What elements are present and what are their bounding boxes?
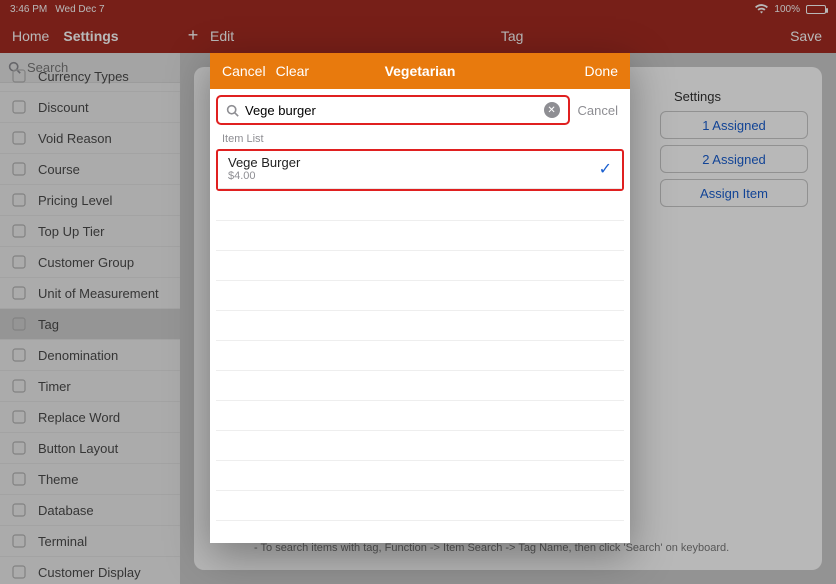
- sidebar-item-theme[interactable]: Theme: [0, 464, 180, 495]
- item-search-input[interactable]: [245, 103, 538, 118]
- sidebar-icon: [10, 439, 28, 457]
- search-icon: [226, 104, 239, 117]
- search-result-row[interactable]: Vege Burger $4.00 ✓: [216, 149, 624, 191]
- sidebar-icon: [10, 253, 28, 271]
- clear-input-icon[interactable]: ✕: [544, 102, 560, 118]
- nav-home[interactable]: Home: [12, 28, 49, 44]
- sidebar-item-discount[interactable]: Discount: [0, 92, 180, 123]
- search-cancel-button[interactable]: Cancel: [578, 103, 624, 118]
- wifi-icon: [755, 4, 768, 14]
- nav-bar: Home Settings + Edit Tag Save: [0, 18, 836, 53]
- modal-done-button[interactable]: Done: [585, 63, 618, 79]
- sidebar-item-label: Customer Group: [38, 255, 134, 270]
- check-icon: ✓: [599, 159, 612, 179]
- sidebar-icon: [10, 67, 28, 85]
- sidebar-item-label: Tag: [38, 317, 59, 332]
- sidebar-icon: [10, 284, 28, 302]
- sidebar-item-label: Discount: [38, 100, 89, 115]
- sidebar-item-database[interactable]: Database: [0, 495, 180, 526]
- sidebar: Search Currency TypesDiscountVoid Reason…: [0, 53, 180, 584]
- sidebar-item-replace-word[interactable]: Replace Word: [0, 402, 180, 433]
- sidebar-item-timer[interactable]: Timer: [0, 371, 180, 402]
- sidebar-icon: [10, 470, 28, 488]
- battery-icon: [806, 5, 826, 14]
- save-button[interactable]: Save: [790, 28, 836, 44]
- sidebar-item-tag[interactable]: Tag: [0, 309, 180, 340]
- nav-settings[interactable]: Settings: [63, 28, 118, 44]
- sidebar-item-label: Timer: [38, 379, 71, 394]
- sidebar-item-label: Replace Word: [38, 410, 120, 425]
- page-title: Tag: [234, 28, 790, 44]
- sidebar-icon: [10, 129, 28, 147]
- sidebar-item-label: Void Reason: [38, 131, 112, 146]
- sidebar-icon: [10, 191, 28, 209]
- sidebar-icon: [10, 222, 28, 240]
- status-time: 3:46 PM: [10, 4, 47, 15]
- sidebar-icon: [10, 377, 28, 395]
- sidebar-icon: [10, 501, 28, 519]
- sidebar-item-button-layout[interactable]: Button Layout: [0, 433, 180, 464]
- sidebar-item-unit-of-measurement[interactable]: Unit of Measurement: [0, 278, 180, 309]
- sidebar-icon: [10, 346, 28, 364]
- sidebar-item-label: Pricing Level: [38, 193, 112, 208]
- sidebar-item-void-reason[interactable]: Void Reason: [0, 123, 180, 154]
- sidebar-item-customer-group[interactable]: Customer Group: [0, 247, 180, 278]
- status-bar: 3:46 PM Wed Dec 7 100%: [0, 0, 836, 18]
- empty-list-area: [210, 191, 630, 543]
- item-list-label: Item List: [210, 131, 630, 149]
- sidebar-item-top-up-tier[interactable]: Top Up Tier: [0, 216, 180, 247]
- sidebar-item-label: Currency Types: [38, 69, 129, 84]
- sidebar-item-label: Unit of Measurement: [38, 286, 159, 301]
- sidebar-icon: [10, 315, 28, 333]
- item-search-field[interactable]: ✕: [216, 95, 570, 125]
- sidebar-item-label: Denomination: [38, 348, 118, 363]
- sidebar-icon: [10, 408, 28, 426]
- sidebar-item-customer-display[interactable]: Customer Display: [0, 557, 180, 584]
- sidebar-item-course[interactable]: Course: [0, 154, 180, 185]
- sidebar-icon: [10, 532, 28, 550]
- assign-item-button[interactable]: Assign Item: [660, 179, 808, 207]
- edit-button[interactable]: Edit: [206, 28, 234, 44]
- sidebar-icon: [10, 160, 28, 178]
- result-name: Vege Burger: [228, 155, 300, 170]
- sidebar-item-label: Terminal: [38, 534, 87, 549]
- sidebar-item-label: Course: [38, 162, 80, 177]
- modal-clear-button[interactable]: Clear: [276, 63, 309, 79]
- sidebar-item-label: Customer Display: [38, 565, 141, 580]
- sidebar-item-label: Database: [38, 503, 94, 518]
- add-button[interactable]: +: [180, 25, 206, 46]
- sidebar-item-pricing-level[interactable]: Pricing Level: [0, 185, 180, 216]
- sidebar-item-label: Button Layout: [38, 441, 118, 456]
- modal-header: Cancel Clear Vegetarian Done: [210, 53, 630, 89]
- right-settings-header: Settings: [660, 81, 808, 111]
- assign-item-modal: Cancel Clear Vegetarian Done ✕ Cancel It…: [210, 53, 630, 543]
- sidebar-item-denomination[interactable]: Denomination: [0, 340, 180, 371]
- status-date: Wed Dec 7: [55, 4, 104, 15]
- 1-assigned-button[interactable]: 1 Assigned: [660, 111, 808, 139]
- result-price: $4.00: [228, 170, 300, 182]
- sidebar-icon: [10, 563, 28, 581]
- sidebar-item-label: Top Up Tier: [38, 224, 104, 239]
- sidebar-item-label: Theme: [38, 472, 78, 487]
- sidebar-item-terminal[interactable]: Terminal: [0, 526, 180, 557]
- battery-pct: 100%: [774, 4, 800, 15]
- modal-cancel-button[interactable]: Cancel: [222, 63, 266, 79]
- 2-assigned-button[interactable]: 2 Assigned: [660, 145, 808, 173]
- sidebar-icon: [10, 98, 28, 116]
